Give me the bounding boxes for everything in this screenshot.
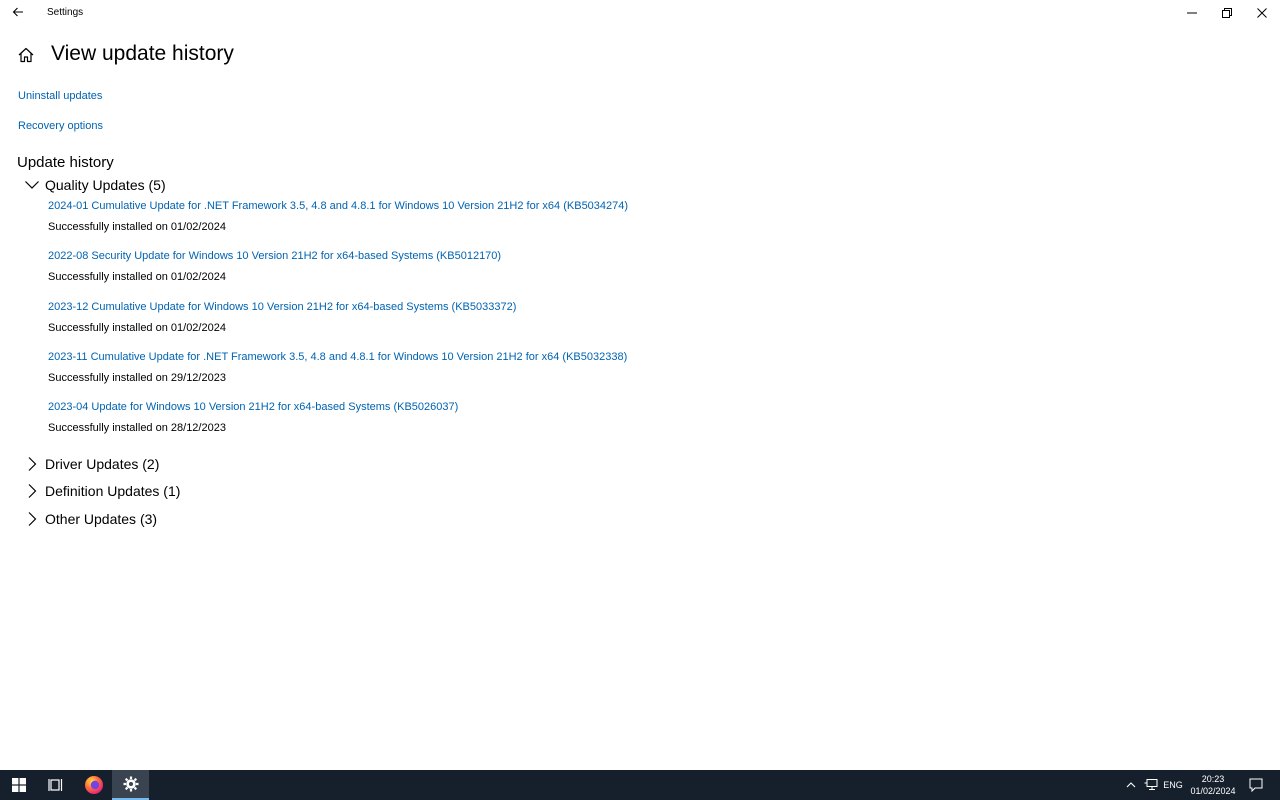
list-item: 2023-04 Update for Windows 10 Version 21… [48,400,848,450]
title-bar: Settings [0,0,1280,26]
update-status: Successfully installed on 28/12/2023 [48,422,226,435]
group-label: Quality Updates (5) [45,177,166,193]
taskbar: ENG 20:23 01/02/2024 [0,770,1280,800]
clock[interactable]: 20:23 01/02/2024 [1188,770,1238,800]
back-arrow-icon [12,7,23,17]
restore-icon [1222,8,1232,18]
list-item: 2023-11 Cumulative Update for .NET Frame… [48,350,848,400]
close-button[interactable] [1245,0,1279,26]
group-label: Other Updates (3) [45,511,158,527]
update-link[interactable]: 2023-04 Update for Windows 10 Version 21… [48,400,848,415]
clock-time: 20:23 [1201,774,1225,784]
update-link[interactable]: 2023-12 Cumulative Update for Windows 10… [48,300,848,315]
uninstall-updates-link[interactable]: Uninstall updates [18,90,102,102]
update-status: Successfully installed on 29/12/2023 [48,371,226,384]
chevron-down-icon [22,175,42,195]
network-icon [1144,779,1158,790]
page-title: View update history [51,42,234,65]
update-history-heading: Update history [17,154,114,171]
group-other-updates[interactable]: Other Updates (3) [22,508,157,530]
restore-button[interactable] [1210,0,1244,26]
update-link[interactable]: 2022-08 Security Update for Windows 10 V… [48,249,848,264]
chevron-up-icon [1126,782,1136,788]
update-link[interactable]: 2023-11 Cumulative Update for .NET Frame… [48,350,848,365]
notification-icon [1249,778,1263,792]
settings-taskbar-button[interactable] [112,770,149,800]
task-view-button[interactable] [37,770,74,800]
update-status: Successfully installed on 01/02/2024 [48,221,226,233]
settings-gear-icon [123,776,138,792]
group-quality-updates[interactable]: Quality Updates (5) [22,174,166,196]
firefox-taskbar-button[interactable] [75,770,112,800]
home-icon [18,47,34,63]
home-button[interactable] [17,46,35,64]
windows-start-icon [11,778,26,792]
list-item: 2023-12 Cumulative Update for Windows 10… [48,300,848,350]
recovery-options-link[interactable]: Recovery options [18,120,103,132]
clock-date: 01/02/2024 [1190,786,1236,796]
minimize-icon [1187,12,1197,14]
list-item: 2022-08 Security Update for Windows 10 V… [48,249,848,299]
group-label: Definition Updates (1) [45,483,181,499]
chevron-right-icon [22,481,42,501]
quality-updates-list: 2024-01 Cumulative Update for .NET Frame… [48,199,848,450]
minimize-button[interactable] [1175,0,1209,26]
update-status: Successfully installed on 01/02/2024 [48,271,226,284]
chevron-right-icon [22,509,42,529]
update-link[interactable]: 2024-01 Cumulative Update for .NET Frame… [48,199,848,214]
back-button[interactable] [6,2,30,22]
task-view-icon [47,779,62,791]
window-title: Settings [47,7,84,18]
input-language-indicator[interactable]: ENG [1160,770,1186,800]
close-icon [1257,8,1267,18]
update-status: Successfully installed on 01/02/2024 [48,321,226,334]
network-button[interactable] [1141,770,1161,800]
group-driver-updates[interactable]: Driver Updates (2) [22,453,159,475]
group-label: Driver Updates (2) [45,456,160,472]
action-center-button[interactable] [1243,770,1269,800]
list-item: 2024-01 Cumulative Update for .NET Frame… [48,199,848,249]
chevron-right-icon [22,454,42,474]
firefox-icon [84,776,103,794]
show-hidden-icons-button[interactable] [1122,770,1140,800]
group-definition-updates[interactable]: Definition Updates (1) [22,480,180,502]
start-button[interactable] [0,770,37,800]
